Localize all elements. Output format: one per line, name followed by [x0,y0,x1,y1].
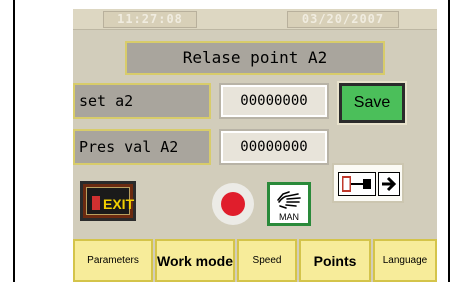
arrow-right-icon [378,172,400,196]
cylinder-switch-button[interactable] [332,163,404,203]
page-title: Relase point A2 [125,41,385,75]
exit-door-icon [92,196,100,210]
tab-speed[interactable]: Speed [237,239,297,282]
exit-label: EXIT [103,196,135,212]
manual-mode-button[interactable]: MAN [267,182,311,226]
clock-date: 03/20/2007 [287,11,399,28]
bottom-tab-bar: Parameters Work mode Speed Points Langua… [73,239,437,282]
exit-button[interactable]: EXIT [80,181,136,221]
save-button[interactable]: Save [337,81,407,125]
clock-time: 11:27:08 [103,11,197,28]
record-button[interactable] [212,183,254,225]
tab-language[interactable]: Language [373,239,437,282]
set-a2-label: set a2 [73,83,211,119]
man-label: MAN [279,212,299,222]
window-frame: 11:27:08 03/20/2007 Relase point A2 set … [13,0,450,282]
hand-manual-icon [277,191,301,209]
set-a2-value-field[interactable]: 00000000 [219,83,329,119]
tab-points[interactable]: Points [299,239,371,282]
hmi-panel: 11:27:08 03/20/2007 Relase point A2 set … [73,9,437,282]
tab-work-mode[interactable]: Work mode [155,239,235,282]
cylinder-icon [338,172,376,196]
pres-val-a2-value-field: 00000000 [219,129,329,165]
tab-parameters[interactable]: Parameters [73,239,153,282]
status-bar: 11:27:08 03/20/2007 [73,9,437,30]
record-icon [221,192,245,216]
pres-val-a2-label: Pres val A2 [73,129,211,165]
